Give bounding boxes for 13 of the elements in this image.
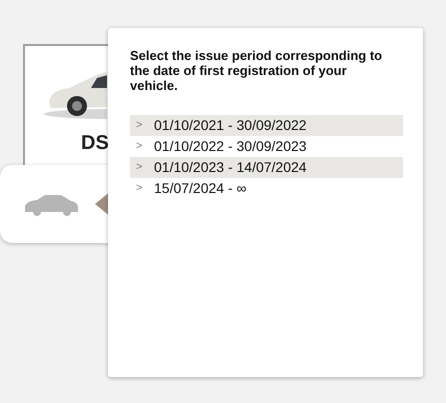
period-label: 01/10/2022 - 30/09/2023 (154, 137, 307, 156)
period-label: 01/10/2021 - 30/09/2022 (154, 116, 307, 135)
chevron-icon: > (136, 159, 150, 176)
period-label: 01/10/2023 - 14/07/2024 (154, 158, 307, 177)
chevron-icon: > (136, 138, 150, 155)
model-name: DS (81, 131, 109, 156)
period-option[interactable]: > 01/10/2021 - 30/09/2022 (130, 115, 403, 136)
period-label: 15/07/2024 - ∞ (154, 179, 246, 198)
chevron-icon: > (136, 117, 150, 134)
car-icon (23, 194, 79, 216)
period-option[interactable]: > 01/10/2023 - 14/07/2024 (130, 157, 403, 178)
chevron-icon: > (136, 180, 150, 197)
popup-heading: Select the issue period corresponding to the date of first registration of your vehicle. (130, 48, 384, 93)
